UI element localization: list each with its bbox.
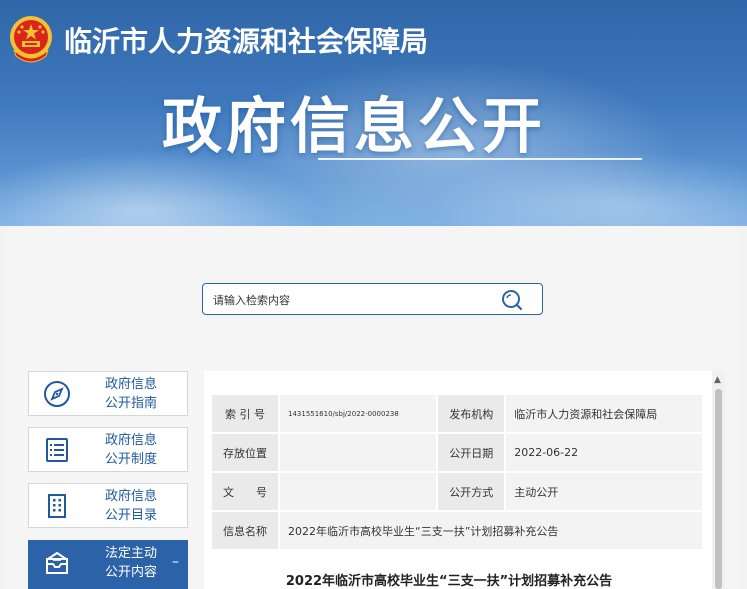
table-row: 存放位置 公开日期 2022-06-22 xyxy=(210,432,704,473)
sidebar-item-catalog[interactable]: 政府信息 公开目录 xyxy=(28,483,188,528)
info-metadata-table: 索 引 号 1431551610/sbj/2022-0000238 发布机构 临… xyxy=(210,393,704,551)
table-row: 索 引 号 1431551610/sbj/2022-0000238 发布机构 临… xyxy=(210,393,704,434)
index-value: 1431551610/sbj/2022-0000238 xyxy=(277,393,439,434)
sidebar-item-label: 政府信息 公开制度 xyxy=(104,433,157,467)
page-title: 政府信息公开 xyxy=(162,92,546,162)
scrollbar-thumb[interactable] xyxy=(715,389,722,589)
scroll-up-icon[interactable]: ▲ xyxy=(714,375,721,385)
info-name-label: 信息名称 xyxy=(210,510,280,551)
location-value xyxy=(277,432,439,473)
sidebar-item-label: 法定主动 公开内容 xyxy=(104,546,157,580)
sidebar-item-system[interactable]: 政府信息 公开制度 xyxy=(28,427,188,472)
table-row: 信息名称 2022年临沂市高校毕业生“三支一扶”计划招募补充公告 xyxy=(210,510,704,551)
publisher-label: 发布机构 xyxy=(436,393,507,434)
title-underline xyxy=(318,158,642,160)
index-label: 索 引 号 xyxy=(210,393,280,434)
inbox-icon xyxy=(46,551,68,574)
document-list-icon xyxy=(46,438,68,462)
search-icon[interactable] xyxy=(500,288,524,312)
date-value: 2022-06-22 xyxy=(504,432,704,473)
location-label: 存放位置 xyxy=(210,432,280,473)
doc-number-label: 文 号 xyxy=(210,471,280,512)
sidebar-item-label: 政府信息 公开目录 xyxy=(104,489,157,523)
building-icon xyxy=(48,494,66,518)
search-box xyxy=(202,283,543,315)
org-title: 临沂市人力资源和社会保障局 xyxy=(64,25,429,58)
national-emblem-icon xyxy=(10,16,52,63)
sidebar-item-guide[interactable]: 政府信息 公开指南 xyxy=(28,371,188,416)
method-label: 公开方式 xyxy=(436,471,507,512)
sidebar-item-mandatory-disclosure[interactable]: 法定主动 公开内容 – xyxy=(28,540,188,589)
collapse-toggle-icon[interactable]: – xyxy=(172,554,179,570)
vertical-scrollbar[interactable]: ▲ xyxy=(712,371,725,589)
sidebar-item-label: 政府信息 公开指南 xyxy=(104,377,157,411)
info-name-value: 2022年临沂市高校毕业生“三支一扶”计划招募补充公告 xyxy=(278,510,704,551)
header-banner: 临沂市人力资源和社会保障局 政府信息公开 xyxy=(0,0,747,226)
document-title: 2022年临沂市高校毕业生“三支一扶”计划招募补充公告 xyxy=(285,574,613,589)
method-value: 主动公开 xyxy=(504,471,704,512)
date-label: 公开日期 xyxy=(436,432,507,473)
publisher-value: 临沂市人力资源和社会保障局 xyxy=(504,393,704,434)
search-input[interactable] xyxy=(213,289,493,311)
doc-number-value xyxy=(277,471,439,512)
table-row: 文 号 公开方式 主动公开 xyxy=(210,471,704,512)
compass-icon xyxy=(44,381,70,407)
